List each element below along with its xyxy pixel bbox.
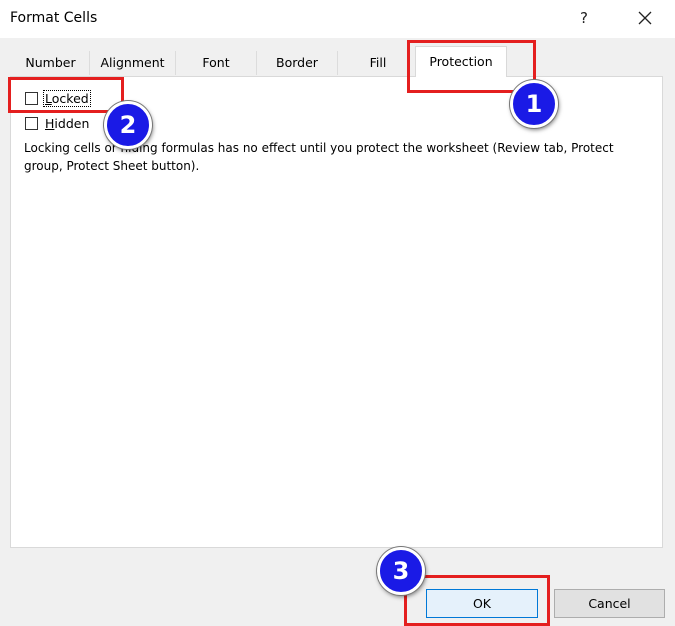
close-button[interactable] bbox=[634, 4, 656, 32]
close-icon bbox=[638, 11, 652, 25]
step-3-badge: 3 bbox=[377, 547, 425, 595]
locked-highlight bbox=[8, 77, 124, 113]
ok-button-highlight bbox=[404, 575, 550, 626]
protection-panel: Locked Hidden Locking cells or hiding fo… bbox=[10, 76, 663, 548]
dialog-title: Format Cells bbox=[10, 10, 98, 26]
tab-font[interactable]: Font bbox=[176, 51, 257, 75]
step-1-badge: 1 bbox=[510, 80, 558, 128]
help-button[interactable]: ? bbox=[580, 9, 588, 27]
tab-alignment[interactable]: Alignment bbox=[90, 51, 176, 75]
tab-fill[interactable]: Fill bbox=[338, 51, 418, 75]
cancel-button[interactable]: Cancel bbox=[554, 589, 665, 618]
step-2-badge: 2 bbox=[104, 101, 152, 149]
tab-border[interactable]: Border bbox=[257, 51, 338, 75]
protection-tab-highlight bbox=[407, 40, 536, 93]
title-bar: Format Cells ? bbox=[0, 0, 675, 38]
hidden-label[interactable]: Hidden bbox=[45, 116, 89, 131]
tab-number[interactable]: Number bbox=[12, 51, 90, 75]
hidden-checkbox[interactable] bbox=[25, 117, 38, 130]
